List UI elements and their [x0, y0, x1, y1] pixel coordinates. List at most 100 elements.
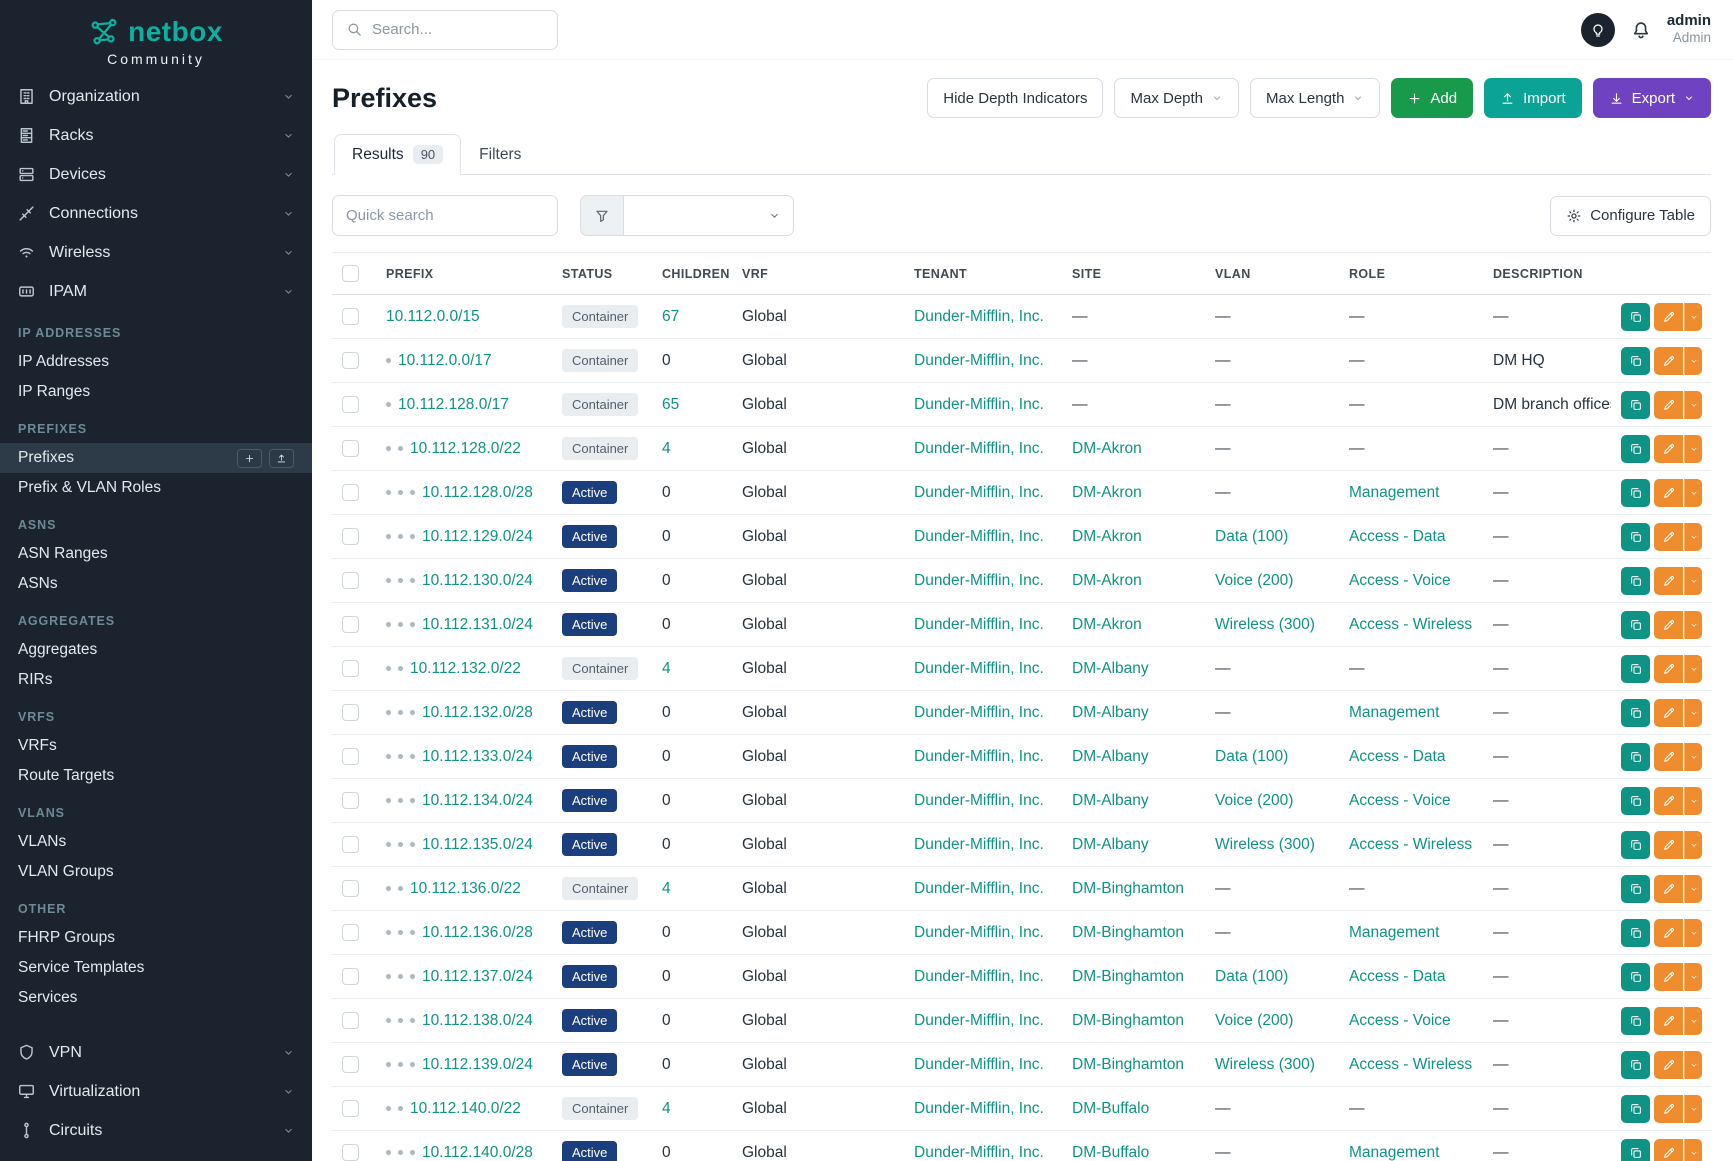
tenant-link[interactable]: Dunder-Mifflin, Inc. [914, 660, 1044, 677]
edit-dropdown-button[interactable] [1684, 391, 1702, 419]
edit-button[interactable] [1654, 1139, 1683, 1161]
tenant-link[interactable]: Dunder-Mifflin, Inc. [914, 528, 1044, 545]
copy-button[interactable] [1621, 611, 1650, 639]
row-checkbox[interactable] [342, 1012, 359, 1029]
tenant-link[interactable]: Dunder-Mifflin, Inc. [914, 924, 1044, 941]
edit-button[interactable] [1654, 347, 1683, 375]
prefix-link[interactable]: 10.112.134.0/24 [422, 792, 533, 809]
copy-button[interactable] [1621, 787, 1650, 815]
tenant-link[interactable]: Dunder-Mifflin, Inc. [914, 836, 1044, 853]
export-button[interactable]: Export [1593, 78, 1711, 118]
copy-button[interactable] [1621, 743, 1650, 771]
role-link[interactable]: Access - Voice [1349, 1012, 1451, 1029]
tenant-link[interactable]: Dunder-Mifflin, Inc. [914, 968, 1044, 985]
vlan-link[interactable]: Data (100) [1215, 748, 1288, 765]
site-link[interactable]: DM-Albany [1072, 660, 1149, 677]
copy-button[interactable] [1621, 919, 1650, 947]
sidebar-item-racks[interactable]: Racks [0, 116, 312, 155]
role-link[interactable]: Access - Data [1349, 968, 1445, 985]
role-link[interactable]: Management [1349, 1144, 1439, 1161]
site-link[interactable]: DM-Albany [1072, 748, 1149, 765]
sidebar-item-vrfs[interactable]: VRFs [0, 731, 312, 761]
vlan-link[interactable]: Voice (200) [1215, 792, 1293, 809]
copy-button[interactable] [1621, 347, 1650, 375]
edit-dropdown-button[interactable] [1684, 611, 1702, 639]
column-header-status[interactable]: STATUS [552, 253, 652, 295]
copy-button[interactable] [1621, 875, 1650, 903]
add-button[interactable]: Add [1391, 78, 1473, 118]
row-checkbox[interactable] [342, 792, 359, 809]
row-checkbox[interactable] [342, 572, 359, 589]
edit-dropdown-button[interactable] [1684, 1139, 1702, 1161]
edit-button[interactable] [1654, 391, 1683, 419]
sidebar-item-aggregates[interactable]: Aggregates [0, 635, 312, 665]
vlan-link[interactable]: Voice (200) [1215, 572, 1293, 589]
tab-filters[interactable]: Filters [461, 134, 539, 175]
row-checkbox[interactable] [342, 880, 359, 897]
sidebar-item-fhrp-groups[interactable]: FHRP Groups [0, 923, 312, 953]
tenant-link[interactable]: Dunder-Mifflin, Inc. [914, 396, 1044, 413]
copy-button[interactable] [1621, 1139, 1650, 1161]
notifications-button[interactable] [1630, 19, 1652, 41]
site-link[interactable]: DM-Akron [1072, 528, 1142, 545]
prefix-link[interactable]: 10.112.140.0/28 [422, 1144, 533, 1161]
edit-button[interactable] [1654, 1007, 1683, 1035]
role-link[interactable]: Access - Data [1349, 528, 1445, 545]
tenant-link[interactable]: Dunder-Mifflin, Inc. [914, 440, 1044, 457]
row-checkbox[interactable] [342, 396, 359, 413]
max-depth-dropdown[interactable]: Max Depth [1114, 78, 1239, 118]
edit-dropdown-button[interactable] [1684, 963, 1702, 991]
prefix-link[interactable]: 10.112.132.0/28 [422, 704, 533, 721]
row-checkbox[interactable] [342, 1144, 359, 1161]
prefix-link[interactable]: 10.112.130.0/24 [422, 572, 533, 589]
sidebar-item-ip-ranges[interactable]: IP Ranges [0, 377, 312, 407]
edit-dropdown-button[interactable] [1684, 1007, 1702, 1035]
vlan-link[interactable]: Wireless (300) [1215, 1056, 1315, 1073]
prefix-link[interactable]: 10.112.136.0/28 [422, 924, 533, 941]
tenant-link[interactable]: Dunder-Mifflin, Inc. [914, 572, 1044, 589]
sidebar-item-ip-addresses[interactable]: IP Addresses [0, 347, 312, 377]
quick-search-input[interactable] [332, 195, 558, 236]
edit-button[interactable] [1654, 1051, 1683, 1079]
prefix-link[interactable]: 10.112.132.0/22 [410, 660, 521, 677]
prefix-link[interactable]: 10.112.128.0/17 [398, 396, 509, 413]
prefix-link[interactable]: 10.112.135.0/24 [422, 836, 533, 853]
role-link[interactable]: Access - Wireless [1349, 616, 1472, 633]
sidebar-item-organization[interactable]: Organization [0, 77, 312, 116]
tenant-link[interactable]: Dunder-Mifflin, Inc. [914, 308, 1044, 325]
site-link[interactable]: DM-Albany [1072, 836, 1149, 853]
site-link[interactable]: DM-Binghamton [1072, 1012, 1184, 1029]
select-all-checkbox[interactable] [342, 265, 359, 282]
row-checkbox[interactable] [342, 484, 359, 501]
tenant-link[interactable]: Dunder-Mifflin, Inc. [914, 1012, 1044, 1029]
sidebar-item-wireless[interactable]: Wireless [0, 233, 312, 272]
column-header-vlan[interactable]: VLAN [1205, 253, 1339, 295]
edit-dropdown-button[interactable] [1684, 875, 1702, 903]
column-header-description[interactable]: DESCRIPTION [1483, 253, 1611, 295]
children-link[interactable]: 67 [662, 308, 679, 325]
copy-button[interactable] [1621, 1007, 1650, 1035]
role-link[interactable]: Access - Wireless [1349, 1056, 1472, 1073]
edit-dropdown-button[interactable] [1684, 831, 1702, 859]
copy-button[interactable] [1621, 303, 1650, 331]
column-header-vrf[interactable]: VRF [732, 253, 904, 295]
edit-button[interactable] [1654, 1095, 1683, 1123]
edit-dropdown-button[interactable] [1684, 787, 1702, 815]
edit-dropdown-button[interactable] [1684, 699, 1702, 727]
sidebar-item-service-templates[interactable]: Service Templates [0, 953, 312, 983]
edit-dropdown-button[interactable] [1684, 919, 1702, 947]
prefix-link[interactable]: 10.112.136.0/22 [410, 880, 521, 897]
sidebar-item-connections[interactable]: Connections [0, 194, 312, 233]
site-link[interactable]: DM-Albany [1072, 792, 1149, 809]
sidebar-item-devices[interactable]: Devices [0, 155, 312, 194]
edit-button[interactable] [1654, 655, 1683, 683]
vlan-link[interactable]: Data (100) [1215, 968, 1288, 985]
column-header-children[interactable]: CHILDREN [652, 253, 732, 295]
sidebar-item-route-targets[interactable]: Route Targets [0, 761, 312, 791]
sidebar-item-asn-ranges[interactable]: ASN Ranges [0, 539, 312, 569]
tenant-link[interactable]: Dunder-Mifflin, Inc. [914, 748, 1044, 765]
sidebar-item-vlan-groups[interactable]: VLAN Groups [0, 857, 312, 887]
prefix-link[interactable]: 10.112.129.0/24 [422, 528, 533, 545]
row-checkbox[interactable] [342, 660, 359, 677]
sidebar-item-virtualization[interactable]: Virtualization [0, 1072, 312, 1111]
